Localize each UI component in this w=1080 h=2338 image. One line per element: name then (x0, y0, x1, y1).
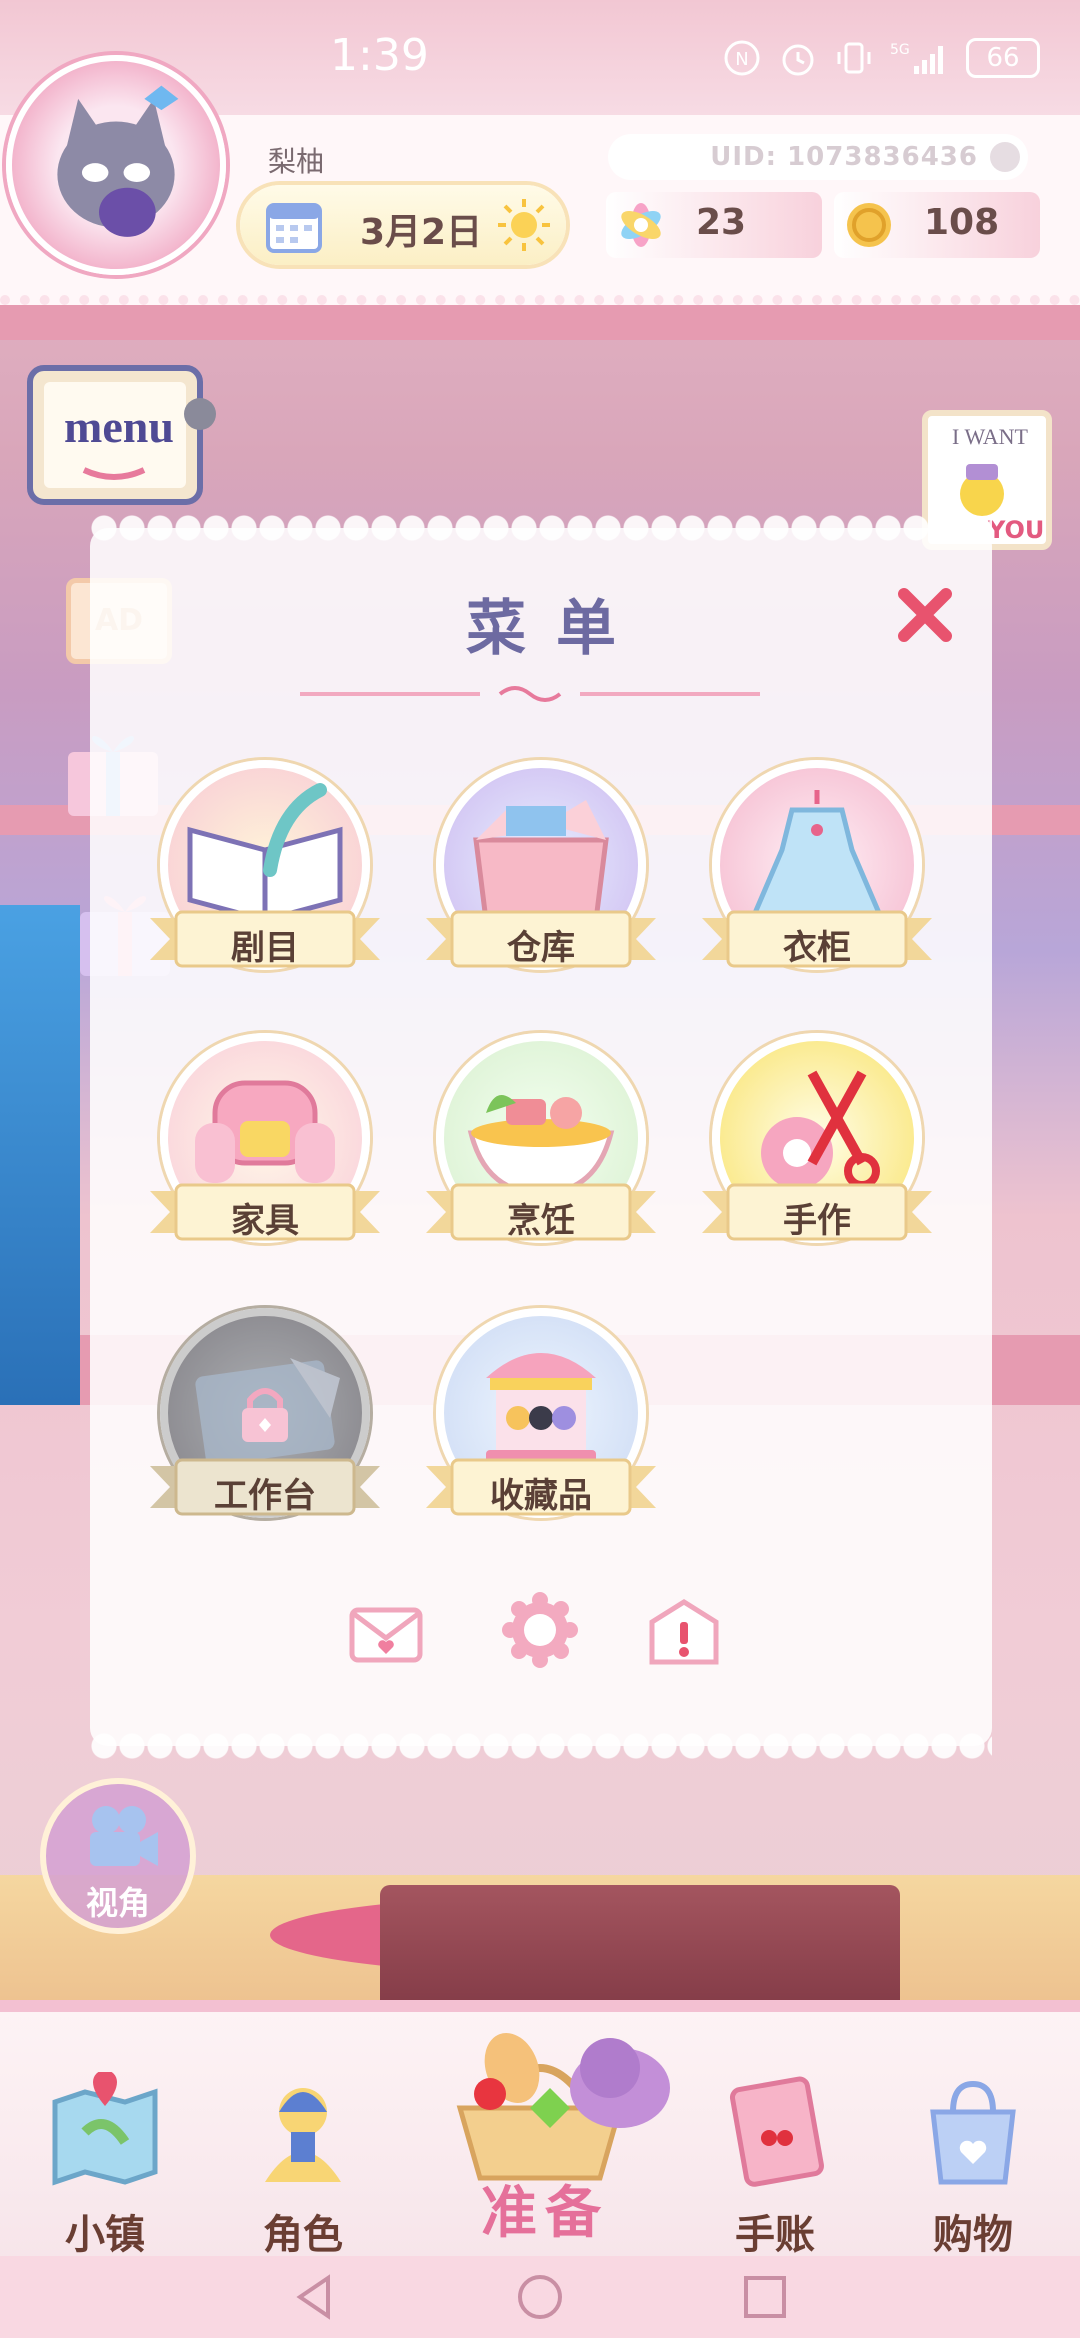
gem-counter[interactable]: 23 (606, 192, 822, 258)
tab-journal[interactable]: 手账 (690, 2072, 860, 2262)
menu-item-wardrobe[interactable]: 衣柜 (702, 760, 932, 990)
view-angle-label: 视角 (85, 1884, 150, 1922)
menu-item-label: 烹饪 (507, 1201, 575, 1241)
settings-gear-icon[interactable] (502, 1592, 578, 1668)
coin-counter[interactable]: 108 (834, 192, 1040, 258)
recruit-poster-sub: YOU (988, 516, 1045, 544)
svg-text:N: N (735, 49, 748, 70)
menu-item-script[interactable]: 剧目 (150, 760, 380, 990)
sun-icon (498, 199, 550, 251)
nfc-icon: N (724, 40, 760, 76)
system-nav-bar (0, 2256, 1080, 2338)
coin-count: 108 (924, 202, 1000, 243)
tab-town[interactable]: 小镇 (20, 2072, 190, 2262)
lock-icon (242, 1388, 288, 1442)
tab-prepare[interactable]: 准备 (390, 1998, 700, 2258)
mail-icon[interactable] (348, 1596, 424, 1672)
tab-label: 购物 (933, 2212, 1013, 2258)
menu-item-label: 家具 (231, 1201, 299, 1241)
copy-icon[interactable] (990, 142, 1020, 172)
menu-dialog: 菜单 剧目 仓库 衣柜 家具 烹饪 手作 工作台 收藏品 (90, 514, 992, 1760)
tab-label: 准备 (481, 2181, 609, 2246)
home-icon[interactable] (513, 2270, 567, 2324)
menu-button-label: menu (64, 401, 174, 452)
town-map-icon (52, 2072, 158, 2186)
alarm-icon (782, 44, 814, 76)
menu-item-label: 工作台 (214, 1476, 316, 1516)
menu-item-furniture[interactable]: 家具 (150, 1033, 380, 1263)
menu-item-storage[interactable]: 仓库 (426, 760, 656, 990)
menu-item-label: 收藏品 (490, 1476, 592, 1516)
recent-apps-icon[interactable] (738, 2270, 792, 2324)
calendar-icon (266, 203, 322, 253)
view-angle-button[interactable]: 视角 (40, 1778, 196, 1934)
close-button[interactable] (890, 580, 960, 650)
menu-item-label: 衣柜 (783, 928, 851, 968)
back-icon[interactable] (288, 2270, 342, 2324)
left-window (0, 905, 80, 1405)
coin-icon (847, 203, 891, 247)
shopping-bag-icon (930, 2080, 1016, 2185)
vibrate-icon (837, 42, 871, 74)
basket-hat-icon (456, 2033, 670, 2181)
svg-text:5G: 5G (890, 42, 910, 58)
tab-character[interactable]: 角色 (218, 2072, 388, 2262)
notice-icon[interactable] (646, 1596, 722, 1672)
camera-icon (90, 1806, 158, 1866)
uid-text: UID: 1073836436 (710, 142, 978, 172)
recruit-poster-title: I WANT (952, 424, 1028, 449)
tab-label: 角色 (263, 2212, 343, 2258)
status-icons: N 5G 66 (722, 36, 1040, 80)
chick-icon (960, 464, 1004, 516)
menu-title: 菜单 (466, 594, 646, 664)
tab-label: 小镇 (65, 2212, 145, 2258)
tab-shopping[interactable]: 购物 (888, 2072, 1058, 2262)
title-divider (300, 686, 760, 702)
menu-item-cooking[interactable]: 烹饪 (426, 1033, 656, 1263)
menu-item-label: 仓库 (507, 928, 575, 968)
character-icon (265, 2088, 341, 2182)
upper-beam (0, 300, 1080, 340)
date-text: 3月2日 (360, 212, 483, 253)
player-name: 梨柚 (268, 145, 325, 178)
journal-icon (729, 2076, 824, 2187)
cat-avatar-icon (57, 85, 179, 237)
menu-item-label: 剧目 (231, 928, 299, 968)
menu-item-workbench[interactable]: 工作台 (150, 1308, 380, 1538)
status-time: 1:39 (330, 30, 429, 81)
menu-button[interactable]: menu (24, 360, 220, 510)
tab-label: 手账 (735, 2212, 815, 2258)
uid-bar[interactable]: UID: 1073836436 (608, 134, 1028, 180)
gem-count: 23 (696, 202, 747, 243)
signal-5g-icon: 5G (890, 42, 943, 74)
menu-item-label: 手作 (783, 1201, 851, 1241)
battery-indicator: 66 (966, 38, 1040, 78)
player-avatar[interactable] (6, 55, 226, 275)
date-pill[interactable]: 3月2日 (240, 185, 566, 265)
rainbow-gem-icon (621, 203, 661, 247)
menu-item-handcraft[interactable]: 手作 (702, 1033, 932, 1263)
menu-item-collection[interactable]: 收藏品 (426, 1308, 656, 1538)
